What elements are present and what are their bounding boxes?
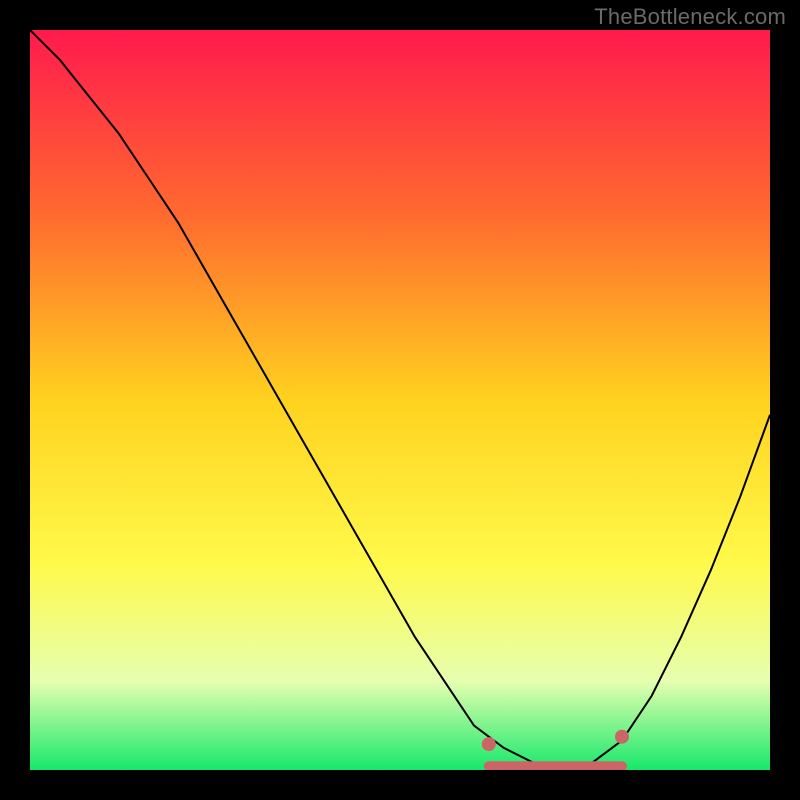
watermark: TheBottleneck.com xyxy=(594,4,786,30)
optimal-range-end-dot xyxy=(615,730,629,744)
optimal-range-start-dot xyxy=(482,737,496,751)
gradient-bg xyxy=(30,30,770,770)
chart-area xyxy=(30,30,770,770)
